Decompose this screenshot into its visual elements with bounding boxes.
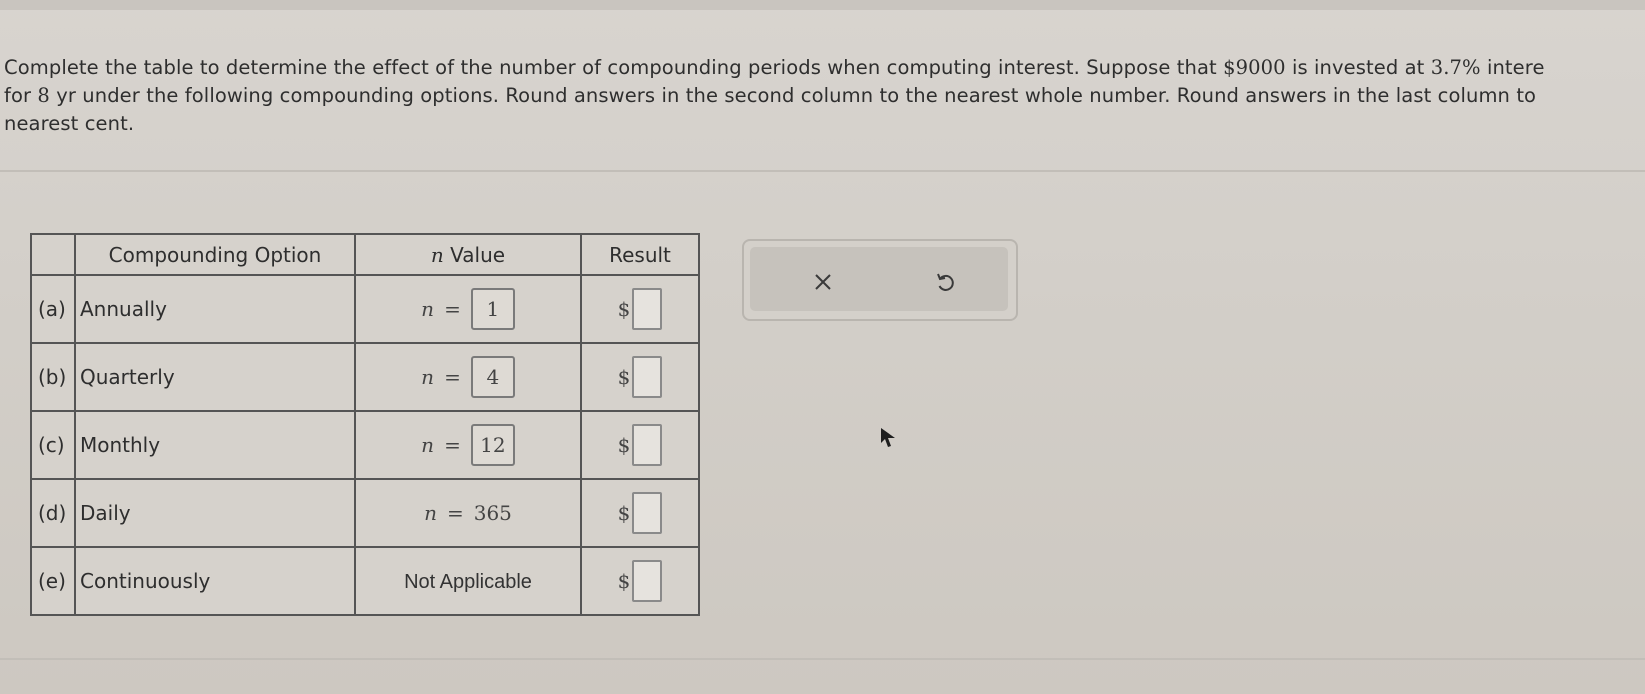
result-input-group: $ (618, 492, 663, 534)
equals-sign: = (446, 501, 464, 525)
header-n-label: Value (443, 242, 506, 267)
result-input-group: $ (618, 424, 663, 466)
n-expression: n = 4 (421, 356, 515, 398)
interest-rate: 3.7% (1430, 56, 1481, 79)
row-letter: (c) (30, 410, 76, 480)
undo-icon (937, 273, 954, 291)
row-n-value-cell: n = 365 (354, 478, 582, 548)
n-value-input[interactable]: 4 (470, 356, 515, 398)
n-variable: n (424, 501, 437, 525)
table-row: (c) Monthly n = 12 $ (30, 410, 700, 480)
n-value-text: 365 (473, 501, 512, 525)
n-value-input[interactable]: 1 (470, 288, 515, 330)
row-compounding-option: Quarterly (74, 342, 356, 412)
close-icon (815, 274, 831, 290)
row-compounding-option: Annually (74, 274, 356, 344)
principal-amount: $9000 (1223, 56, 1286, 79)
header-n-variable: n (430, 242, 444, 267)
row-n-value-cell: n = 4 (354, 342, 582, 412)
row-compounding-option: Daily (74, 478, 356, 548)
header-result: Result (580, 233, 700, 276)
row-letter: (d) (30, 478, 76, 548)
row-n-value-cell: n = 1 (354, 274, 582, 344)
action-button-bar (750, 247, 1008, 311)
n-value-input[interactable]: 12 (470, 424, 515, 466)
question-line-1: Complete the table to determine the effe… (4, 52, 1644, 80)
dollar-sign: $ (617, 365, 631, 389)
row-letter: (e) (30, 546, 76, 616)
question-text: Complete the table to determine the effe… (4, 52, 1644, 136)
question-line-3: nearest cent. (4, 112, 135, 135)
row-result-cell: $ (580, 410, 700, 480)
equals-sign: = (444, 433, 461, 457)
header-n-value: n Value (354, 233, 582, 276)
n-expression: n = 12 (421, 424, 515, 466)
years-value: 8 (37, 84, 50, 107)
dollar-sign: $ (617, 433, 631, 457)
dollar-sign: $ (617, 297, 631, 321)
bottom-divider (0, 658, 1645, 660)
result-answer-input[interactable] (632, 424, 663, 466)
result-input-group: $ (618, 356, 663, 398)
row-compounding-option: Monthly (74, 410, 356, 480)
table-row: (e) Continuously Not Applicable $ (30, 546, 700, 616)
row-letter: (a) (30, 274, 76, 344)
dollar-sign: $ (617, 569, 631, 593)
header-letter-cell (30, 233, 76, 276)
result-answer-input[interactable] (632, 560, 663, 602)
header-compounding-option: Compounding Option (74, 233, 356, 276)
top-strip (0, 0, 1645, 10)
clear-button[interactable] (808, 267, 838, 297)
question-text-part: yr under the following compounding optio… (49, 84, 1537, 107)
row-result-cell: $ (580, 546, 700, 616)
result-answer-input[interactable] (632, 492, 663, 534)
undo-button[interactable] (930, 267, 960, 297)
n-expression: n = 365 (424, 501, 512, 525)
equals-sign: = (444, 365, 461, 389)
result-input-group: $ (618, 560, 663, 602)
question-text-part: is invested at (1285, 56, 1431, 79)
table-row: (a) Annually n = 1 $ (30, 274, 700, 344)
answer-action-panel (742, 239, 1018, 321)
table-header-row: Compounding Option n Value Result (30, 233, 700, 276)
n-variable: n (421, 365, 435, 389)
row-n-value-cell: n = 12 (354, 410, 582, 480)
question-text-part: intere (1480, 56, 1545, 79)
section-divider (0, 170, 1645, 172)
row-result-cell: $ (580, 342, 700, 412)
row-result-cell: $ (580, 274, 700, 344)
question-text-part: for (4, 84, 38, 107)
table-row: (d) Daily n = 365 $ (30, 478, 700, 548)
result-answer-input[interactable] (632, 288, 663, 330)
n-expression: n = 1 (421, 288, 515, 330)
not-applicable-label: Not Applicable (404, 570, 532, 593)
row-n-value-cell: Not Applicable (354, 546, 582, 616)
mouse-cursor-icon (881, 428, 895, 447)
row-result-cell: $ (580, 478, 700, 548)
result-input-group: $ (618, 288, 663, 330)
n-variable: n (421, 297, 435, 321)
row-compounding-option: Continuously (74, 546, 356, 616)
equals-sign: = (444, 297, 461, 321)
n-variable: n (421, 433, 435, 457)
table-row: (b) Quarterly n = 4 $ (30, 342, 700, 412)
question-text-part: Complete the table to determine the effe… (4, 56, 1224, 79)
question-line-2: for 8 yr under the following compounding… (4, 80, 1644, 108)
compounding-table: Compounding Option n Value Result (a) Ann… (30, 233, 700, 616)
result-answer-input[interactable] (632, 356, 663, 398)
row-letter: (b) (30, 342, 76, 412)
dollar-sign: $ (617, 501, 631, 525)
